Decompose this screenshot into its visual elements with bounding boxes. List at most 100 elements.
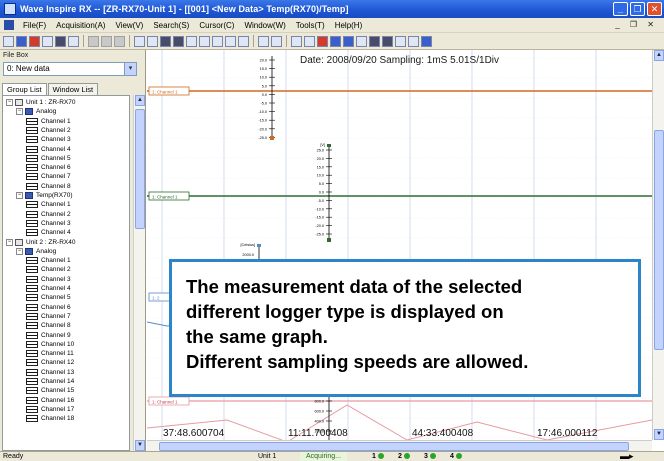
monitor-icon[interactable] (16, 35, 27, 47)
tree-item[interactable]: Channel 4 (26, 145, 71, 154)
tree-item[interactable]: Channel 11 (26, 349, 74, 358)
window-icon[interactable] (395, 35, 406, 47)
tree-item[interactable]: Channel 8 (26, 321, 71, 330)
scroll-thumb[interactable] (135, 109, 145, 229)
history-icon[interactable] (369, 35, 380, 47)
tree-expander-icon[interactable]: − (6, 238, 13, 246)
zoom-in-icon[interactable] (212, 35, 223, 47)
marker-icon[interactable] (258, 35, 269, 47)
tree-item[interactable]: Channel 17 (26, 405, 74, 414)
settings-icon[interactable] (356, 35, 367, 47)
filebox-select[interactable]: 0: New data ▾ (3, 62, 137, 76)
tree-item[interactable]: Channel 4 (26, 228, 71, 237)
tree-item[interactable]: − Unit 2 : ZR-RX40 (6, 238, 76, 247)
close-button[interactable]: ✕ (647, 2, 662, 16)
tree-item[interactable]: Channel 4 (26, 284, 71, 293)
tree-scrollbar[interactable]: ▲ ▼ (133, 95, 145, 451)
layout-icon[interactable] (186, 35, 197, 47)
scroll-thumb[interactable] (654, 130, 664, 350)
hscroll-thumb[interactable] (159, 442, 629, 451)
tree-item[interactable]: Channel 7 (26, 312, 71, 321)
tree-item[interactable]: Channel 12 (26, 358, 74, 367)
tree-item[interactable]: Channel 9 (26, 331, 71, 340)
tree-item[interactable]: Channel 2 (26, 210, 71, 219)
tree-item[interactable]: Channel 5 (26, 293, 71, 302)
menu-file[interactable]: File(F) (18, 21, 51, 30)
zoom-out-icon[interactable] (225, 35, 236, 47)
record-icon[interactable] (29, 35, 40, 47)
tree-item-label: Channel 4 (41, 229, 71, 237)
tree-item[interactable]: Channel 7 (26, 172, 71, 181)
maximize-button[interactable]: ❐ (630, 2, 645, 16)
tree-expander-icon[interactable]: − (16, 192, 23, 199)
open-icon[interactable] (42, 35, 53, 47)
tree-item[interactable]: Channel 2 (26, 265, 71, 274)
tree-item[interactable]: Channel 16 (26, 396, 74, 405)
tree-item[interactable]: − Analog (16, 247, 56, 256)
tree-item-label: Channel 1 (41, 117, 71, 125)
scroll-down-icon[interactable]: ▼ (135, 440, 145, 451)
single-view-icon[interactable] (134, 35, 145, 47)
menu-search[interactable]: Search(S) (148, 21, 194, 30)
document-icon[interactable] (4, 20, 14, 30)
tree-item[interactable]: Channel 18 (26, 414, 74, 423)
graph-hscrollbar[interactable] (147, 440, 652, 451)
tree-item[interactable]: Channel 1 (26, 117, 71, 126)
tree-expander-icon[interactable]: − (6, 99, 13, 106)
tree-item[interactable]: Channel 1 (26, 256, 71, 265)
channel-icon[interactable] (291, 35, 302, 47)
tree-item[interactable]: − Analog (16, 107, 56, 116)
tree-item[interactable]: Channel 6 (26, 303, 71, 312)
new-icon[interactable] (3, 35, 14, 47)
tree-item[interactable]: Channel 3 (26, 219, 71, 228)
table-icon[interactable] (173, 35, 184, 47)
graph-scrollbar[interactable]: ▲ ▼ (652, 50, 664, 440)
paste-icon[interactable] (114, 35, 125, 47)
tree-expander-icon[interactable]: − (16, 108, 23, 116)
mdi-controls[interactable]: _ ❐ ✕ (615, 20, 658, 29)
tree-item[interactable]: Channel 2 (26, 126, 71, 135)
menu-help[interactable]: Help(H) (330, 21, 368, 30)
alarm-icon[interactable] (317, 35, 328, 47)
scroll-up-icon[interactable]: ▲ (654, 50, 664, 61)
search-icon[interactable] (271, 35, 282, 47)
tree-item[interactable]: Channel 3 (26, 275, 71, 284)
tree-item[interactable]: Channel 8 (26, 182, 71, 191)
copy-icon[interactable] (101, 35, 112, 47)
menu-cursor[interactable]: Cursor(C) (194, 21, 239, 30)
menu-window[interactable]: Window(W) (239, 21, 290, 30)
calc-icon[interactable] (330, 35, 341, 47)
cursor-icon[interactable] (199, 35, 210, 47)
menu-acquisition[interactable]: Acquisition(A) (51, 21, 110, 30)
chevron-down-icon[interactable]: ▾ (124, 63, 136, 75)
minimize-button[interactable]: _ (613, 2, 628, 16)
help-icon[interactable] (421, 35, 432, 47)
export-icon[interactable] (68, 35, 79, 47)
grid-icon[interactable] (160, 35, 171, 47)
print-icon[interactable] (88, 35, 99, 47)
tree-item[interactable]: Channel 6 (26, 163, 71, 172)
chart-icon[interactable] (304, 35, 315, 47)
tree-item[interactable]: Channel 14 (26, 377, 74, 386)
scroll-up-icon[interactable]: ▲ (135, 95, 145, 106)
menu-view[interactable]: View(V) (110, 21, 148, 30)
tab-window-list[interactable]: Window List (47, 83, 99, 95)
fit-icon[interactable] (238, 35, 249, 47)
status-state: Acquiring... (300, 452, 348, 461)
tree-item[interactable]: − Unit 1 : ZR-RX70 (6, 98, 76, 107)
tree-item[interactable]: Channel 5 (26, 154, 71, 163)
scroll-down-icon[interactable]: ▼ (654, 429, 664, 440)
tree-expander-icon[interactable]: − (16, 247, 23, 255)
menu-tools[interactable]: Tools(T) (291, 21, 330, 30)
tree-item[interactable]: Channel 1 (26, 200, 71, 209)
tile-icon[interactable] (408, 35, 419, 47)
tree-item[interactable]: Channel 3 (26, 135, 71, 144)
save-icon[interactable] (55, 35, 66, 47)
tree-item[interactable]: Channel 13 (26, 368, 74, 377)
report-icon[interactable] (343, 35, 354, 47)
compare-icon[interactable] (382, 35, 393, 47)
tree-item[interactable]: Channel 10 (26, 340, 74, 349)
tree-item[interactable]: Channel 15 (26, 386, 74, 395)
tree-item[interactable]: − Temp(RX70) (16, 191, 72, 200)
split-view-icon[interactable] (147, 35, 158, 47)
